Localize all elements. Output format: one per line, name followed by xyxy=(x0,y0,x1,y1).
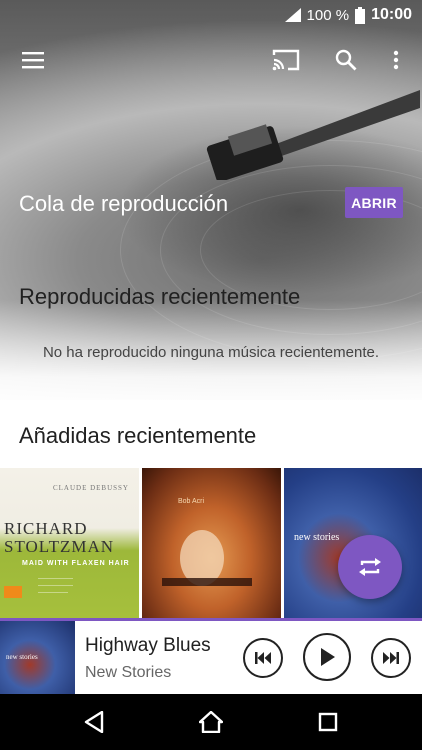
recently-played-empty-message: No ha reproducido ninguna música recient… xyxy=(42,344,380,361)
cast-icon[interactable] xyxy=(266,40,306,80)
recently-played-title: Reproducidas recientemente xyxy=(19,284,301,309)
artwork-text: new stories xyxy=(6,653,38,661)
navigation-bar xyxy=(0,694,422,750)
album-artist: RICHARD STOLTZMAN xyxy=(4,519,115,556)
skip-next-icon xyxy=(383,652,399,664)
album-card[interactable]: CLAUDE DEBUSSY RICHARD STOLTZMAN MAID WI… xyxy=(0,468,139,618)
now-playing-artwork: new stories xyxy=(0,621,75,694)
skip-previous-icon xyxy=(255,652,271,664)
tonearm-graphic xyxy=(206,90,420,180)
track-title: Highway Blues xyxy=(85,635,211,656)
clock: 10:00 xyxy=(371,6,412,23)
label-logo xyxy=(4,586,22,598)
back-icon[interactable] xyxy=(74,702,114,742)
menu-icon[interactable] xyxy=(13,40,53,80)
play-button[interactable] xyxy=(303,633,351,681)
more-vert-icon[interactable] xyxy=(376,40,416,80)
album-subtitle: MAID WITH FLAXEN HAIR xyxy=(22,560,130,567)
recently-added-title: Añadidas recientemente xyxy=(19,423,257,448)
next-button[interactable] xyxy=(371,638,411,678)
repeat-icon xyxy=(359,558,381,576)
previous-button[interactable] xyxy=(243,638,283,678)
album-card[interactable]: Bob Acri xyxy=(142,468,281,618)
album-title: new stories xyxy=(294,532,340,543)
queue-title: Cola de reproducción xyxy=(19,191,229,216)
home-icon[interactable] xyxy=(191,702,231,742)
open-queue-button[interactable]: ABRIR xyxy=(345,187,403,218)
recents-icon[interactable] xyxy=(308,702,348,742)
battery-icon xyxy=(355,6,366,24)
shuffle-all-button[interactable] xyxy=(338,535,402,599)
track-artist: New Stories xyxy=(85,664,172,681)
album-composer: CLAUDE DEBUSSY xyxy=(52,484,129,492)
mini-player[interactable]: new stories Highway Blues New Stories xyxy=(0,618,422,694)
play-icon xyxy=(321,648,335,666)
app-bar xyxy=(0,40,422,84)
battery-percent: 100 % xyxy=(306,6,350,24)
pianist-figure xyxy=(162,530,252,586)
album-artist: Bob Acri xyxy=(178,498,205,505)
status-bar: 100 % 10:00 xyxy=(0,0,422,30)
search-icon[interactable] xyxy=(326,40,366,80)
album-fine-print: ——————— ——————— —————— xyxy=(38,576,73,596)
signal-icon xyxy=(284,8,301,22)
